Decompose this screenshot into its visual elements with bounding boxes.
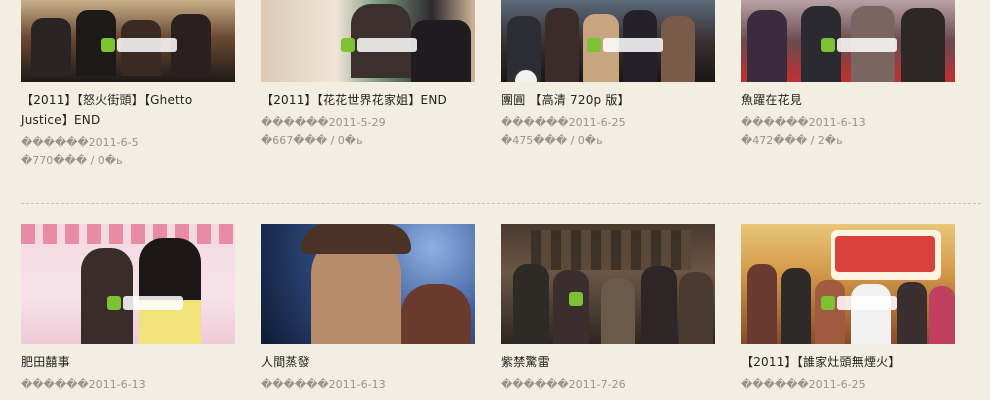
video-title-link[interactable]: 肥田囍事 [21, 355, 70, 369]
video-date: ������2011-5-29 [261, 116, 386, 129]
video-title-link[interactable]: 【2011】【花花世界花家姐】END [261, 93, 447, 107]
video-title-link[interactable]: 團圓 【高清 720p 版】 [501, 93, 630, 107]
video-stats: �770��� / 0�ь [21, 154, 123, 167]
video-card: 【2011】【怒火街頭】【Ghetto Justice】END ������20… [21, 0, 235, 170]
watermark-logo [117, 38, 177, 52]
android-icon [821, 296, 835, 310]
video-title[interactable]: 團圓 【高清 720p 版】 [501, 90, 715, 110]
watermark-logo [123, 296, 183, 310]
video-date: ������2011-6-25 [741, 378, 866, 391]
row-divider [21, 203, 981, 204]
video-card: 【2011】【花花世界花家姐】END ������2011-5-29 �667�… [261, 0, 475, 150]
watermark-logo [837, 296, 897, 310]
video-title[interactable]: 【2011】【花花世界花家姐】END [261, 90, 475, 110]
watermark-logo [837, 38, 897, 52]
android-icon [341, 38, 355, 52]
video-thumbnail[interactable] [21, 224, 235, 344]
video-title[interactable]: 紫禁驚雷 [501, 352, 715, 372]
video-stats: �667��� / 0�ь [261, 134, 363, 147]
video-title[interactable]: 肥田囍事 [21, 352, 235, 372]
watermark-logo [603, 38, 663, 52]
video-title[interactable]: 【2011】【怒火街頭】【Ghetto Justice】END [21, 90, 235, 130]
video-title-link[interactable]: 【2011】【怒火街頭】【Ghetto Justice】END [21, 93, 192, 127]
video-stats: �475��� / 0�ь [501, 134, 603, 147]
video-title-link[interactable]: 魚躍在花見 [741, 93, 802, 107]
video-thumbnail[interactable] [21, 0, 235, 82]
android-icon [821, 38, 835, 52]
video-thumbnail[interactable] [261, 0, 475, 82]
video-thumbnail[interactable] [261, 224, 475, 344]
video-title[interactable]: 【2011】【誰家灶頭無煙火】 [741, 352, 955, 372]
android-icon [569, 292, 583, 306]
video-stats: �472��� / 2�ь [741, 134, 843, 147]
video-card: 肥田囍事 ������2011-6-13 [21, 224, 235, 394]
video-title[interactable]: 人間蒸發 [261, 352, 475, 372]
video-date: ������2011-7-26 [501, 378, 626, 391]
android-icon [107, 296, 121, 310]
video-thumbnail[interactable] [741, 224, 955, 344]
video-card: 團圓 【高清 720p 版】 ������2011-6-25 �475��� /… [501, 0, 715, 150]
video-date: ������2011-6-5 [21, 136, 139, 149]
video-thumbnail[interactable] [501, 224, 715, 344]
video-title[interactable]: 魚躍在花見 [741, 90, 955, 110]
video-date: ������2011-6-25 [501, 116, 626, 129]
video-date: ������2011-6-13 [21, 378, 146, 391]
video-title-link[interactable]: 人間蒸發 [261, 355, 310, 369]
video-date: ������2011-6-13 [741, 116, 866, 129]
video-card: 【2011】【誰家灶頭無煙火】 ������2011-6-25 [741, 224, 955, 394]
video-card: 人間蒸發 ������2011-6-13 [261, 224, 475, 394]
android-icon [587, 38, 601, 52]
video-title-link[interactable]: 紫禁驚雷 [501, 355, 550, 369]
watermark-logo [357, 38, 417, 52]
video-date: ������2011-6-13 [261, 378, 386, 391]
video-title-link[interactable]: 【2011】【誰家灶頭無煙火】 [741, 355, 901, 369]
android-icon [101, 38, 115, 52]
video-card: 魚躍在花見 ������2011-6-13 �472��� / 2�ь [741, 0, 955, 150]
video-thumbnail[interactable] [741, 0, 955, 82]
video-thumbnail[interactable] [501, 0, 715, 82]
video-card: 紫禁驚雷 ������2011-7-26 [501, 224, 715, 394]
